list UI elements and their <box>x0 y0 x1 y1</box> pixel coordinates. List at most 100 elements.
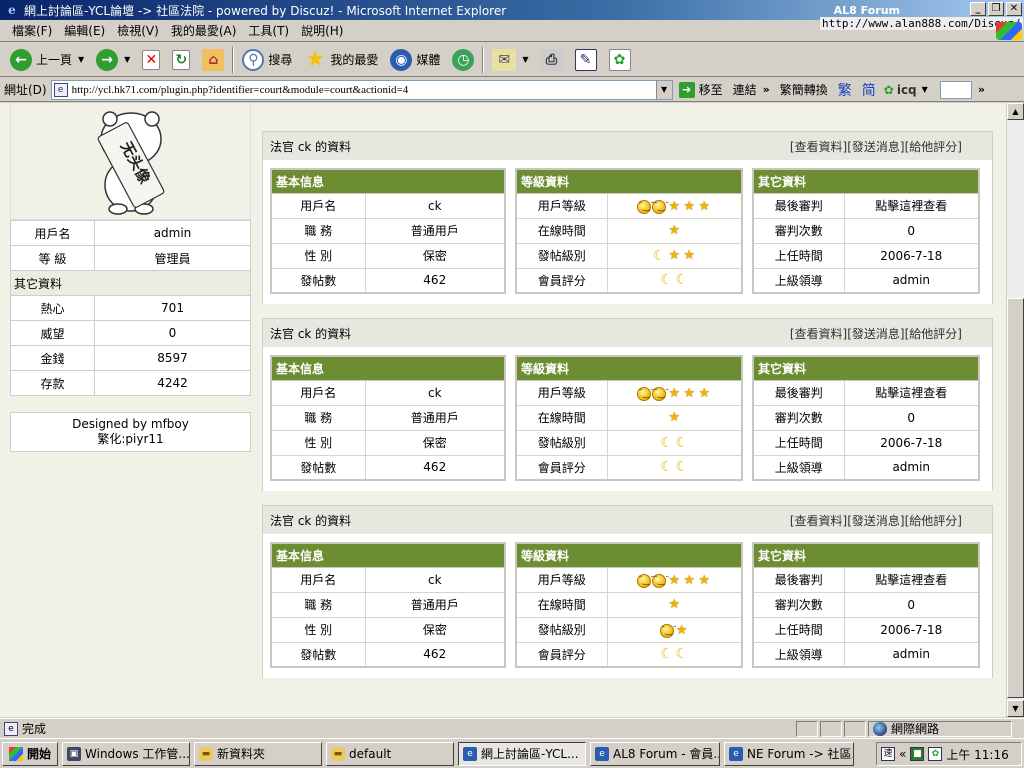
address-dropdown-icon[interactable]: ▼ <box>655 80 672 99</box>
mail-icon: ✉ <box>492 48 517 71</box>
media-button[interactable]: ◉ 媒體 <box>384 46 446 74</box>
send-message-link[interactable]: [發送消息] <box>847 514 904 528</box>
view-profile-link[interactable]: [查看資料] <box>790 514 847 528</box>
taskbar-label: 新資料夾 <box>217 747 266 761</box>
restore-button[interactable]: ❐ <box>988 2 1004 16</box>
menu-help[interactable]: 說明(H) <box>295 22 349 39</box>
panel-links: [查看資料][發送消息][給他評分] <box>790 138 962 155</box>
refresh-button[interactable]: ↻ <box>166 46 196 74</box>
menu-tools[interactable]: 工具(T) <box>242 22 295 39</box>
printer-icon: ⎙ <box>540 48 563 71</box>
start-label: 開始 <box>27 747 52 761</box>
input-method-icon[interactable]: 速 <box>881 747 895 761</box>
icq-tray-icon[interactable]: ✿ <box>928 747 943 761</box>
row-label: 職 務 <box>270 404 366 431</box>
table-header: 其它資料 <box>753 356 979 381</box>
scrollbar-thumb[interactable] <box>1007 298 1024 698</box>
folder-icon: ▬ <box>331 746 346 761</box>
toolbar-search-field[interactable] <box>939 80 972 99</box>
forward-button[interactable]: → ▼ <box>90 46 136 74</box>
page-icon: e <box>53 82 68 97</box>
history-button[interactable]: ◷ <box>446 46 480 74</box>
last-judgement-link[interactable]: 點擊這裡查看 <box>843 192 980 219</box>
row-value: 0 <box>843 217 980 244</box>
back-button[interactable]: ← 上一頁 ▼ <box>4 46 90 74</box>
edit-button[interactable]: ✎ <box>569 46 603 74</box>
scroll-up-arrow-icon[interactable]: ▲ <box>1007 103 1024 120</box>
last-judgement-link[interactable]: 點擊這裡查看 <box>843 566 980 593</box>
taskbar-label: AL8 Forum - 會員... <box>613 747 721 761</box>
avatar: 无头像 <box>10 103 251 220</box>
minimize-button[interactable]: _ <box>970 2 986 16</box>
network-icon[interactable]: ■ <box>910 747 925 761</box>
panel-title: 法官 ck 的資料 <box>270 326 352 341</box>
mail-button[interactable]: ✉ ▼ <box>486 46 534 74</box>
convert-button[interactable]: 繁簡轉換 <box>780 81 828 98</box>
traditional-button[interactable]: 繁 <box>838 80 852 100</box>
close-button[interactable]: ✕ <box>1006 2 1022 16</box>
taskbar-button[interactable]: e 網上討論區-YCL... <box>458 741 587 766</box>
menu-view[interactable]: 檢視(V) <box>111 22 165 39</box>
scroll-down-arrow-icon[interactable]: ▼ <box>1007 700 1024 717</box>
table-row: 發帖數 462 <box>270 267 506 294</box>
icq-menu[interactable]: ✿ icq ▼ <box>884 83 928 97</box>
address-url[interactable]: http://ycl.hk71.com/plugin.php?identifie… <box>72 84 409 96</box>
print-button[interactable]: ⎙ <box>535 46 569 74</box>
chevron-right-icon[interactable]: » <box>763 83 770 96</box>
table-row: 職 務普通用戶 <box>270 217 506 244</box>
stop-button[interactable]: ✕ <box>136 46 166 74</box>
taskbar-items: ▣ Windows 工作管... ▬ 新資料夾 ▬ default e 網上討論區-YCL..… <box>58 741 855 766</box>
dropdown-arrow-icon[interactable]: ▼ <box>922 85 928 94</box>
taskbar-button[interactable]: e NE Forum -> 社區... <box>724 741 855 766</box>
go-button[interactable]: ➜ 移至 <box>678 81 723 98</box>
table-row: 審判次數 0 <box>752 217 980 244</box>
dropdown-arrow-icon[interactable]: ▼ <box>78 55 84 64</box>
home-button[interactable]: ⌂ <box>196 46 230 74</box>
tray-expand-icon[interactable]: « <box>899 747 906 761</box>
menu-favorites[interactable]: 我的最愛(A) <box>165 22 243 39</box>
favorites-button[interactable]: ★ 我的最愛 <box>298 46 384 74</box>
dropdown-arrow-icon[interactable]: ▼ <box>522 55 528 64</box>
dropdown-arrow-icon[interactable]: ▼ <box>124 55 130 64</box>
chevron-right-icon[interactable]: » <box>978 83 985 96</box>
address-input[interactable]: e http://ycl.hk71.com/plugin.php?identif… <box>50 79 673 100</box>
menu-edit[interactable]: 編輯(E) <box>58 22 111 39</box>
panel-body: 基本信息 用戶名 ck 職 務普通用戶性 別保密 發帖數 462 等級資料 用戶等級 ˘‿˘ ˘‿… <box>263 347 992 491</box>
star-icon: ★ <box>683 385 696 401</box>
moon-icon: ☾ <box>660 459 674 476</box>
send-message-link[interactable]: [發送消息] <box>847 140 904 154</box>
search-button[interactable]: ⚲ 搜尋 <box>236 46 298 74</box>
panel-body: 基本信息 用戶名 ck 職 務普通用戶性 別保密 發帖數 462 等級資料 用戶等級 ˘‿˘ ˘‿… <box>263 534 992 678</box>
favorites-star-icon: ★ <box>305 47 326 72</box>
view-profile-link[interactable]: [查看資料] <box>790 327 847 341</box>
edit-icon: ✎ <box>574 48 597 71</box>
view-profile-link[interactable]: [查看資料] <box>790 140 847 154</box>
links-button[interactable]: 連結 <box>733 81 757 98</box>
taskbar-button[interactable]: ▬ default <box>326 741 455 766</box>
info-label: 等 級 <box>10 245 95 271</box>
rate-user-link[interactable]: [給他評分] <box>905 327 962 341</box>
table-row: 最後審判 點擊這裡查看 <box>752 192 980 219</box>
designed-by: Designed by mfboy <box>72 417 189 431</box>
rate-user-link[interactable]: [給他評分] <box>905 140 962 154</box>
send-message-link[interactable]: [發送消息] <box>847 327 904 341</box>
taskbar-button[interactable]: ▬ 新資料夾 <box>194 741 323 766</box>
icq-label: icq <box>896 82 917 97</box>
translated-by: 繁化:piyr11 <box>97 432 164 446</box>
taskbar-button[interactable]: ▣ Windows 工作管... <box>62 741 191 766</box>
row-label: 性 別 <box>270 429 366 456</box>
icq-flower-icon: ✿ <box>608 48 631 71</box>
start-button[interactable]: 開始 <box>2 741 59 766</box>
simplified-button[interactable]: 简 <box>862 80 876 100</box>
back-label: 上一頁 <box>36 53 73 67</box>
menu-file[interactable]: 檔案(F) <box>6 22 58 39</box>
taskbar-button[interactable]: e AL8 Forum - 會員... <box>590 741 721 766</box>
icq-button[interactable]: ✿ <box>603 46 637 74</box>
vertical-scrollbar[interactable]: ▲ ▼ <box>1006 103 1024 717</box>
row-label: 職 務 <box>270 591 366 618</box>
row-label: 發帖數 <box>270 267 366 294</box>
row-label: 用戶等級 <box>515 192 608 219</box>
rate-user-link[interactable]: [給他評分] <box>905 514 962 528</box>
table-header: 基本信息 <box>271 543 505 568</box>
last-judgement-link[interactable]: 點擊這裡查看 <box>843 379 980 406</box>
